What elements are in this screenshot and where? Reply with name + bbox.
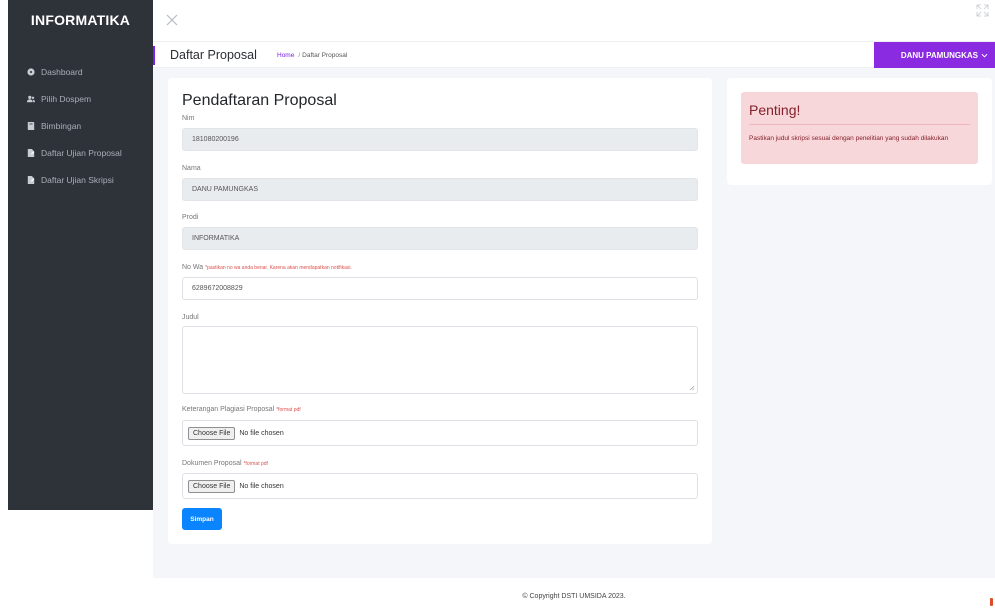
nim-field[interactable]: 181080200196 — [182, 128, 698, 151]
alert-box: Penting! Pastikan judul skripsi sesuai d… — [741, 92, 978, 164]
header-accent — [153, 46, 155, 65]
breadcrumb: Home / Daftar Proposal — [277, 52, 347, 59]
save-button[interactable]: Simpan — [182, 508, 222, 530]
prodi-label: Prodi — [182, 214, 199, 221]
judul-label: Judul — [182, 314, 199, 321]
sidebar-brand[interactable]: INFORMATIKA — [8, 0, 153, 40]
plagiasi-file-status: No file chosen — [239, 429, 284, 437]
footer-copyright: © Copyright DSTI UMSIDA 2023. — [522, 593, 626, 600]
breadcrumb-current: Daftar Proposal — [302, 52, 348, 59]
sidebar: INFORMATIKA Dashboard Pilih Dospem Bimbi… — [8, 0, 153, 510]
sidebar-item-label: Daftar Ujian Skripsi — [41, 174, 114, 185]
nama-label: Nama — [182, 165, 201, 172]
nim-label: Nim — [182, 115, 195, 122]
nowa-label-text: No Wa — [182, 264, 204, 271]
header-bar: Daftar Proposal Home / Daftar Proposal D… — [153, 41, 995, 68]
sidebar-item-daftar-ujian-skripsi[interactable]: Daftar Ujian Skripsi — [8, 166, 153, 193]
sidebar-item-pilih-dospem[interactable]: Pilih Dospem — [8, 85, 153, 112]
sidebar-item-daftar-ujian-proposal[interactable]: Daftar Ujian Proposal — [8, 139, 153, 166]
nowa-value: 6289672008829 — [192, 285, 243, 292]
breadcrumb-home-link[interactable]: Home — [277, 52, 294, 59]
chevron-down-icon — [981, 53, 988, 58]
plagiasi-file-input[interactable]: Choose File No file chosen — [182, 420, 698, 446]
plagiasi-label: Keterangan Plagiasi Proposal *format pdf — [182, 406, 301, 413]
alert-divider — [749, 124, 970, 125]
user-name: DANU PAMUNGKAS — [900, 50, 978, 60]
sidebar-item-bimbingan[interactable]: Bimbingan — [8, 112, 153, 139]
corner-badge — [990, 598, 993, 606]
plagiasi-choose-file-button[interactable]: Choose File — [188, 426, 236, 440]
expand-icon[interactable] — [976, 4, 989, 17]
nama-value: DANU PAMUNGKAS — [192, 186, 258, 193]
sidebar-item-label: Pilih Dospem — [41, 93, 92, 104]
page-title: Daftar Proposal — [170, 48, 257, 62]
nim-value: 181080200196 — [192, 136, 239, 143]
book-icon — [27, 121, 35, 130]
sidebar-item-dashboard[interactable]: Dashboard — [8, 58, 153, 85]
file-icon — [27, 148, 35, 157]
proposal-form-card: Pendaftaran Proposal Nim 181080200196 Na… — [168, 78, 712, 544]
nowa-input[interactable]: 6289672008829 — [182, 277, 698, 300]
judul-textarea[interactable] — [182, 326, 698, 394]
file-icon — [27, 175, 35, 184]
alert-title: Penting! — [749, 102, 801, 118]
sidebar-item-label: Dashboard — [41, 66, 83, 77]
dokumen-file-status: No file chosen — [239, 482, 284, 490]
dokumen-label: Dokumen Proposal *format pdf — [182, 460, 268, 467]
prodi-field[interactable]: INFORMATIKA — [182, 227, 698, 250]
alert-text: Pastikan judul skripsi sesuai dengan pen… — [749, 135, 949, 142]
form-title: Pendaftaran Proposal — [182, 92, 337, 109]
nowa-label: No Wa *pastikan no wa anda benar. Karena… — [182, 264, 352, 271]
prodi-value: INFORMATIKA — [192, 235, 240, 242]
alert-card: Penting! Pastikan judul skripsi sesuai d… — [727, 78, 992, 185]
close-icon[interactable] — [166, 14, 178, 26]
dokumen-choose-file-button[interactable]: Choose File — [188, 479, 236, 493]
dokumen-label-text: Dokumen Proposal — [182, 460, 242, 467]
breadcrumb-separator: / — [298, 52, 301, 59]
dokumen-file-input[interactable]: Choose File No file chosen — [182, 473, 698, 499]
plagiasi-label-text: Keterangan Plagiasi Proposal — [182, 406, 275, 413]
users-icon — [27, 95, 35, 102]
nama-field[interactable]: DANU PAMUNGKAS — [182, 178, 698, 201]
plagiasi-hint: *format pdf — [276, 407, 301, 413]
user-menu-button[interactable]: DANU PAMUNGKAS — [874, 42, 995, 68]
dashboard-icon — [27, 67, 35, 76]
sidebar-item-label: Bimbingan — [41, 120, 82, 131]
dokumen-hint: *format pdf — [243, 461, 268, 467]
sidebar-menu: Dashboard Pilih Dospem Bimbingan Daftar … — [8, 58, 153, 193]
nowa-hint: *pastikan no wa anda benar. Karena akan … — [205, 265, 352, 271]
resize-grip-icon[interactable] — [689, 385, 695, 391]
sidebar-item-label: Daftar Ujian Proposal — [41, 147, 122, 158]
